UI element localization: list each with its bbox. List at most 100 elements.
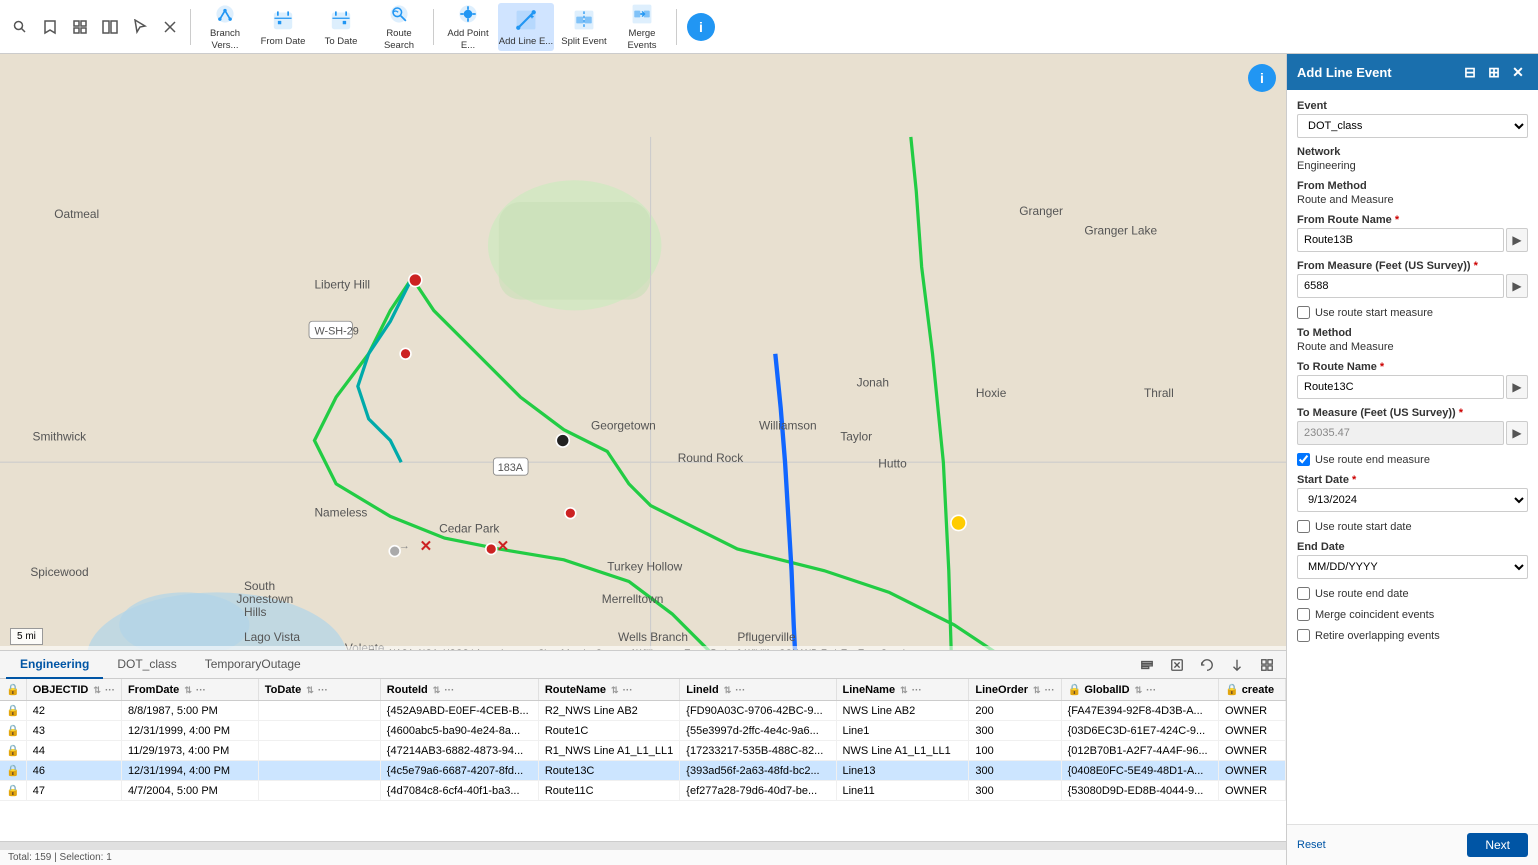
merge-events-icon — [628, 2, 656, 26]
table-action-1[interactable] — [1134, 652, 1160, 678]
col-routename[interactable]: RouteName ⇅··· — [538, 679, 679, 701]
branch-version-button[interactable]: Branch Vers... — [197, 3, 253, 51]
col-globalid[interactable]: 🔒 GlobalID ⇅··· — [1061, 679, 1218, 701]
svg-text:Round Rock: Round Rock — [678, 451, 744, 465]
start-date-label: Start Date * — [1297, 474, 1528, 486]
route-search-label: Route Search — [371, 28, 427, 51]
from-route-name-label: From Route Name * — [1297, 214, 1528, 226]
cell-lineorder: 300 — [969, 761, 1061, 781]
use-route-start-date-checkbox[interactable] — [1297, 520, 1310, 533]
svg-text:Pflugerville: Pflugerville — [737, 630, 796, 644]
close-tool-button[interactable] — [156, 13, 184, 41]
panel-popout-button[interactable]: ⊞ — [1484, 62, 1504, 82]
table-action-2[interactable] — [1164, 652, 1190, 678]
next-button[interactable]: Next — [1467, 833, 1528, 857]
branch-version-label: Branch Vers... — [197, 28, 253, 51]
cell-objectid: 42 — [26, 701, 121, 721]
add-line-event-button[interactable]: Add Line E... — [498, 3, 554, 51]
from-date-button[interactable]: From Date — [255, 3, 311, 51]
table-row[interactable]: 🔒 46 12/31/1994, 4:00 PM {4c5e79a6-6687-… — [0, 761, 1286, 781]
start-date-select[interactable]: 9/13/2024 — [1297, 488, 1528, 512]
col-linename[interactable]: LineName ⇅··· — [836, 679, 969, 701]
col-routeid[interactable]: RouteId ⇅··· — [380, 679, 538, 701]
from-measure-input[interactable] — [1297, 274, 1504, 298]
use-route-end-measure-checkbox[interactable] — [1297, 453, 1310, 466]
merge-coincident-checkbox[interactable] — [1297, 608, 1310, 621]
cell-routename: R1_NWS Line A1_L1_LL1 — [538, 741, 679, 761]
table-row[interactable]: 🔒 43 12/31/1999, 4:00 PM {4600abc5-ba90-… — [0, 721, 1286, 741]
cell-routename: Route1C — [538, 721, 679, 741]
cell-lineid: {17233217-535B-488C-82... — [680, 741, 836, 761]
col-lineid[interactable]: LineId ⇅··· — [680, 679, 836, 701]
add-point-event-button[interactable]: Add Point E... — [440, 3, 496, 51]
use-route-start-measure-checkbox[interactable] — [1297, 306, 1310, 319]
network-row: Network Engineering — [1297, 146, 1528, 172]
use-route-end-date-checkbox[interactable] — [1297, 587, 1310, 600]
col-create[interactable]: 🔒 create — [1218, 679, 1285, 701]
table-row[interactable]: 🔒 44 11/29/1973, 4:00 PM {47214AB3-6882-… — [0, 741, 1286, 761]
end-date-row: End Date MM/DD/YYYY — [1297, 541, 1528, 579]
data-table-wrapper[interactable]: 🔒 OBJECTID ⇅··· FromDate ⇅··· ToDate ⇅··… — [0, 679, 1286, 841]
network-value: Engineering — [1297, 160, 1528, 172]
to-measure-pick-button[interactable]: ▶ — [1506, 421, 1528, 445]
tab-dot-class[interactable]: DOT_class — [103, 651, 190, 679]
route-search-icon — [385, 2, 413, 26]
svg-text:Williamson: Williamson — [759, 419, 817, 433]
tab-temporary-outage[interactable]: TemporaryOutage — [191, 651, 315, 679]
split-event-button[interactable]: Split Event — [556, 3, 612, 51]
end-date-label: End Date — [1297, 541, 1528, 553]
merge-events-button[interactable]: Merge Events — [614, 3, 670, 51]
cell-todate — [258, 761, 380, 781]
cell-lock: 🔒 — [0, 701, 26, 721]
table-row[interactable]: 🔒 47 4/7/2004, 5:00 PM {4d7084c8-6cf4-40… — [0, 781, 1286, 801]
table-row[interactable]: 🔒 42 8/8/1987, 5:00 PM {452A9ABD-E0EF-4C… — [0, 701, 1286, 721]
route-search-button[interactable]: Route Search — [371, 3, 427, 51]
panel-detach-button[interactable]: ⊟ — [1460, 62, 1480, 82]
svg-text:Wells Branch: Wells Branch — [618, 630, 688, 644]
retire-overlapping-label[interactable]: Retire overlapping events — [1315, 630, 1440, 642]
select-button[interactable] — [126, 13, 154, 41]
start-date-row: Start Date * 9/13/2024 — [1297, 474, 1528, 512]
horizontal-scrollbar[interactable] — [0, 841, 1286, 849]
retire-overlapping-checkbox[interactable] — [1297, 629, 1310, 642]
end-date-select[interactable]: MM/DD/YYYY — [1297, 555, 1528, 579]
from-route-name-pick-button[interactable]: ▶ — [1506, 228, 1528, 252]
to-measure-input[interactable] — [1297, 421, 1504, 445]
map-area[interactable]: ✕ ✕ → Oatmeal Liberty Hill Smithwick Nam… — [0, 54, 1286, 865]
bookmarks-button[interactable] — [36, 13, 64, 41]
col-todate[interactable]: ToDate ⇅··· — [258, 679, 380, 701]
add-point-event-label: Add Point E... — [440, 28, 496, 51]
from-route-name-input[interactable] — [1297, 228, 1504, 252]
search-button[interactable] — [6, 13, 34, 41]
col-fromdate[interactable]: FromDate ⇅··· — [121, 679, 258, 701]
table-action-5[interactable] — [1254, 652, 1280, 678]
event-select[interactable]: DOT_class — [1297, 114, 1528, 138]
cell-todate — [258, 781, 380, 801]
split-view-button[interactable] — [96, 13, 124, 41]
reset-link[interactable]: Reset — [1297, 839, 1326, 851]
use-route-start-measure-label[interactable]: Use route start measure — [1315, 307, 1433, 319]
map-info-button[interactable]: i — [1248, 64, 1276, 92]
col-lineorder[interactable]: LineOrder ⇅··· — [969, 679, 1061, 701]
to-route-name-pick-button[interactable]: ▶ — [1506, 375, 1528, 399]
to-date-button[interactable]: To Date — [313, 3, 369, 51]
col-objectid[interactable]: OBJECTID ⇅··· — [26, 679, 121, 701]
svg-text:Merrelltown: Merrelltown — [602, 592, 664, 606]
table-action-3[interactable] — [1194, 652, 1220, 678]
use-route-end-date-label[interactable]: Use route end date — [1315, 588, 1409, 600]
use-route-start-date-label[interactable]: Use route start date — [1315, 521, 1412, 533]
panel-close-button[interactable]: ✕ — [1508, 62, 1528, 82]
grid-button[interactable] — [66, 13, 94, 41]
to-route-name-input[interactable] — [1297, 375, 1504, 399]
panel-body: Event DOT_class Network Engineering From… — [1287, 90, 1538, 824]
merge-coincident-label[interactable]: Merge coincident events — [1315, 609, 1434, 621]
from-measure-input-row: ▶ — [1297, 274, 1528, 298]
info-toolbar-button[interactable]: i — [687, 13, 715, 41]
use-route-end-measure-label[interactable]: Use route end measure — [1315, 454, 1430, 466]
svg-text:Cedar Park: Cedar Park — [439, 522, 499, 536]
use-route-end-date-row: Use route end date — [1297, 587, 1528, 600]
from-measure-pick-button[interactable]: ▶ — [1506, 274, 1528, 298]
table-action-4[interactable] — [1224, 652, 1250, 678]
tab-engineering[interactable]: Engineering — [6, 651, 103, 679]
cell-routeid: {4c5e79a6-6687-4207-8fd... — [380, 761, 538, 781]
